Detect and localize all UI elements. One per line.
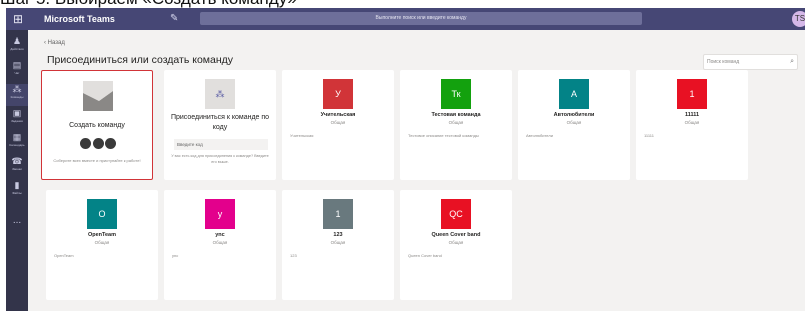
team-avatar: 1 — [677, 79, 707, 109]
team-description: Учительская — [290, 133, 314, 138]
team-card[interactable]: Тк Тестовая команда Общая Тестовое описа… — [400, 70, 512, 180]
team-name: Queen Cover band — [431, 232, 481, 238]
page-title: Присоединиться или создать команду — [47, 54, 234, 66]
team-type: Общая — [94, 240, 110, 245]
files-icon: ▮ — [14, 180, 20, 190]
team-description: ync — [172, 253, 179, 258]
caption-text: Шаг 5. Выбираем «Создать команду» — [0, 0, 805, 8]
create-team-hint: Соберите всех вместе и приступайте к раб… — [53, 158, 141, 163]
team-avatar: Тк — [441, 79, 471, 109]
team-name: Автолюбители — [553, 112, 595, 118]
grid-icon[interactable]: ⊞ — [11, 12, 25, 26]
rail-label: Звонки — [12, 167, 22, 171]
rail-item-calls[interactable]: ☎ Звонки — [6, 156, 28, 178]
rail-item-teams[interactable]: ⁂ Команды — [6, 84, 28, 106]
avatar[interactable]: TS — [792, 11, 805, 27]
global-search-input[interactable]: Выполните поиск или введите команду — [200, 12, 642, 25]
team-type: Общая — [684, 120, 700, 125]
teams-window: ⊞ Microsoft Teams ✎ Выполните поиск или … — [6, 8, 805, 311]
calls-icon: ☎ — [11, 156, 23, 166]
rail-label: Действия — [10, 47, 24, 51]
team-description: 11111 — [644, 133, 654, 138]
team-name: 123 — [333, 232, 343, 238]
rail-label: Календарь — [9, 143, 25, 147]
rail-label: Команды — [10, 95, 24, 99]
rail-item-assignments[interactable]: ▣ Задания — [6, 108, 28, 130]
assignments-icon: ▣ — [12, 108, 22, 118]
app-title: Microsoft Teams — [44, 14, 115, 24]
search-icon[interactable]: ⌕ — [790, 56, 794, 68]
team-card[interactable]: y ync Общая ync — [164, 190, 276, 300]
team-placeholder-icon — [83, 81, 113, 111]
team-search-input[interactable] — [707, 55, 777, 69]
join-code-icon: ⁂ — [205, 79, 235, 109]
rail-item-activity[interactable]: ♟ Действия — [6, 36, 28, 58]
rail-item-chat[interactable]: ▤ Чат — [6, 60, 28, 82]
new-chat-icon[interactable]: ✎ — [170, 12, 182, 26]
calendar-icon: ▦ — [12, 132, 22, 142]
chat-icon: ▤ — [12, 60, 22, 70]
team-search-box: ⌕ — [703, 54, 798, 70]
create-team-card[interactable]: Создать команду Соберите всех вместе и п… — [41, 70, 153, 180]
rail-label: Файлы — [12, 191, 22, 195]
team-avatar: А — [559, 79, 589, 109]
team-name: 11111 — [684, 112, 700, 118]
team-avatar: y — [205, 199, 235, 229]
team-description: Тестовое описание тестовой команды — [408, 133, 479, 138]
team-avatar: 1 — [323, 199, 353, 229]
team-description: OpenTeam — [54, 253, 74, 258]
team-card[interactable]: O OpenTeam Общая OpenTeam — [46, 190, 158, 300]
rail-label: Задания — [11, 119, 23, 123]
join-team-hint: У вас есть код для присоединения к коман… — [171, 154, 269, 164]
team-card[interactable]: У Учительская Общая Учительская — [282, 70, 394, 180]
team-name: Учительская — [320, 112, 356, 118]
team-avatar: QC — [441, 199, 471, 229]
rail-label: Чат — [14, 71, 20, 75]
team-type: Общая — [212, 240, 228, 245]
join-code-input[interactable] — [174, 139, 268, 150]
team-card[interactable]: 1 11111 Общая 11111 — [636, 70, 748, 180]
app-rail: ♟ Действия ▤ Чат ⁂ Команды ▣ Задания ▦ К… — [6, 30, 28, 311]
teams-icon: ⁂ — [12, 84, 22, 94]
team-description: 123 — [290, 253, 297, 258]
join-team-title: Присоединиться к команде по коду — [170, 114, 270, 131]
team-description: Автолюбители — [526, 133, 553, 138]
team-card[interactable]: А Автолюбители Общая Автолюбители — [518, 70, 630, 180]
team-type: Общая — [330, 240, 346, 245]
join-team-card: ⁂ Присоединиться к команде по коду У вас… — [164, 70, 276, 180]
team-type: Общая — [566, 120, 582, 125]
team-card[interactable]: 1 123 Общая 123 — [282, 190, 394, 300]
team-name: ync — [215, 232, 225, 238]
rail-item-files[interactable]: ▮ Файлы — [6, 180, 28, 202]
create-team-title: Создать команду — [69, 122, 125, 129]
team-name: Тестовая команда — [431, 112, 481, 118]
people-icon — [80, 136, 120, 149]
team-name: OpenTeam — [87, 232, 116, 238]
more-apps-button[interactable]: ... — [6, 216, 28, 226]
team-description: Queen Cover band — [408, 253, 442, 258]
team-card[interactable]: QC Queen Cover band Общая Queen Cover ba… — [400, 190, 512, 300]
team-avatar: У — [323, 79, 353, 109]
team-type: Общая — [448, 240, 464, 245]
team-avatar: O — [87, 199, 117, 229]
rail-item-calendar[interactable]: ▦ Календарь — [6, 132, 28, 154]
team-type: Общая — [330, 120, 346, 125]
bell-icon: ♟ — [12, 36, 22, 46]
back-link[interactable]: ‹ Назад — [44, 38, 65, 48]
team-type: Общая — [448, 120, 464, 125]
title-bar: ⊞ Microsoft Teams ✎ Выполните поиск или … — [6, 8, 805, 30]
